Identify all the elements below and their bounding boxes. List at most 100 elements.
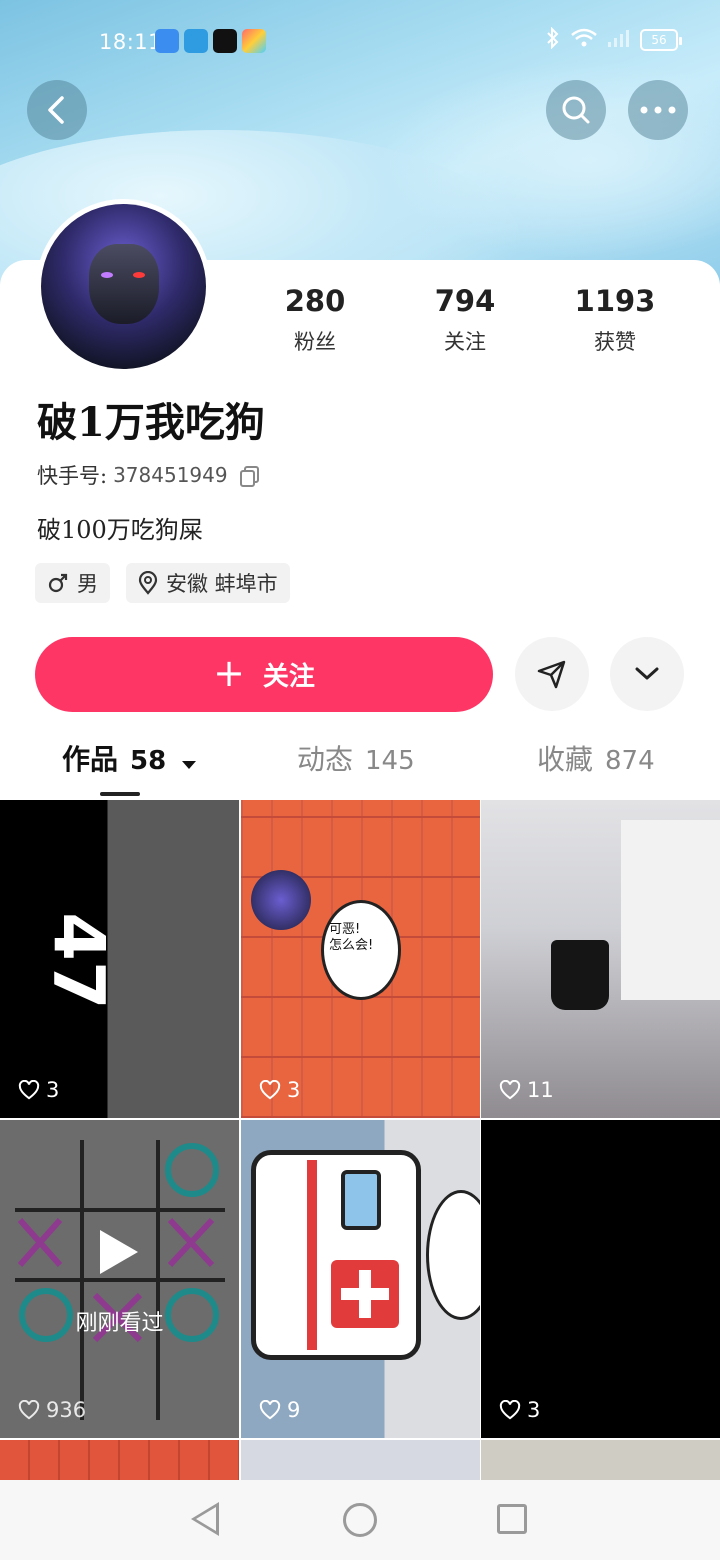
stat-number: 794 [434, 284, 496, 318]
caret-down-icon [182, 761, 197, 769]
video-thumbnail[interactable]: 可恶! 怎么会! 3 [241, 800, 480, 1118]
stat-label: 粉丝 [294, 330, 336, 354]
wifi-icon [570, 27, 598, 53]
more-icon [640, 106, 676, 114]
kuaishou-id-value: 378451949 [113, 463, 228, 487]
recently-watched-label: 刚刚看过 [75, 1311, 164, 1336]
nav-recents-icon[interactable] [497, 1504, 527, 1534]
location-label: 安徽 蚌埠市 [166, 572, 278, 596]
browser-app-icon [184, 29, 208, 53]
stat-number: 1193 [574, 284, 656, 318]
like-count: 3 [499, 1398, 540, 1422]
plus-icon: + [213, 650, 245, 695]
nav-back-icon[interactable] [191, 1502, 219, 1536]
like-count-value: 936 [46, 1398, 87, 1422]
video-thumbnail[interactable] [481, 1440, 720, 1480]
tab-favorites[interactable]: 收藏 874 [537, 738, 655, 778]
like-count-value: 11 [527, 1078, 554, 1102]
stat-followers[interactable]: 280 粉丝 [240, 284, 390, 356]
tic-tac-toe-art [15, 1140, 225, 1420]
location-pin-icon [138, 571, 158, 595]
back-button[interactable] [27, 80, 87, 140]
profile-bio: 破100万吃狗屎 [37, 516, 203, 544]
chevron-down-icon [635, 667, 659, 680]
like-count: 936 [18, 1398, 86, 1422]
stat-following[interactable]: 794 关注 [390, 284, 540, 356]
video-thumbnail[interactable] [0, 1440, 239, 1480]
tab-label: 动态 [297, 743, 354, 776]
kuaishou-id-label: 快手号: [37, 464, 108, 488]
profile-stats: 280 粉丝 794 关注 1193 获赞 [240, 284, 690, 356]
system-icons: 56 [544, 26, 682, 53]
male-icon [48, 573, 68, 593]
expand-button[interactable] [610, 637, 684, 711]
stat-likes[interactable]: 1193 获赞 [540, 284, 690, 356]
speech-bubble [426, 1190, 480, 1320]
location-tag[interactable]: 安徽 蚌埠市 [126, 563, 290, 603]
tab-indicator [100, 792, 140, 796]
heart-icon [18, 1080, 40, 1100]
heart-icon [259, 1400, 281, 1420]
avatar-sticker [251, 870, 311, 930]
tab-label: 收藏 [537, 743, 594, 776]
tab-label: 作品 [62, 743, 119, 776]
like-count: 3 [259, 1078, 300, 1102]
ambulance-art [251, 1150, 421, 1360]
avatar[interactable] [36, 199, 211, 374]
battery-icon: 56 [640, 29, 682, 51]
stat-number: 280 [284, 284, 346, 318]
thumbnail-text: 47 [37, 912, 120, 1010]
tab-works[interactable]: 作品 58 [62, 738, 197, 778]
like-count: 9 [259, 1398, 300, 1422]
tab-count: 874 [605, 746, 655, 776]
search-button[interactable] [546, 80, 606, 140]
weather-app-icon [155, 29, 179, 53]
door [621, 820, 720, 1000]
like-count-value: 3 [287, 1078, 301, 1102]
thumbnail-text: 可恶! 怎么会! [329, 922, 374, 953]
gender-label: 男 [77, 572, 98, 596]
play-icon [100, 1230, 138, 1274]
video-thumbnail[interactable]: 11 [481, 800, 720, 1118]
tab-count: 58 [130, 746, 167, 776]
video-thumbnail[interactable]: 47 3 [0, 800, 239, 1118]
like-count-value: 3 [46, 1078, 60, 1102]
copy-icon[interactable] [239, 466, 259, 487]
profile-name: 破1万我吃狗 [37, 399, 265, 446]
like-count: 3 [18, 1078, 59, 1102]
heart-icon [499, 1400, 521, 1420]
trash-bin [551, 940, 609, 1010]
stat-label: 获赞 [594, 330, 636, 354]
heart-icon [259, 1080, 281, 1100]
heart-icon [18, 1400, 40, 1420]
nav-home-icon[interactable] [343, 1503, 377, 1537]
video-thumbnail[interactable] [241, 1440, 480, 1480]
tab-count: 145 [365, 746, 415, 776]
signal-icon [606, 27, 632, 53]
content-tabs: 作品 58 动态 145 收藏 874 [0, 738, 720, 798]
bluetooth-icon [544, 26, 562, 53]
like-count-value: 9 [287, 1398, 301, 1422]
video-thumbnail[interactable]: 3 [481, 1120, 720, 1438]
stat-label: 关注 [444, 330, 486, 354]
red-cross-icon [331, 1260, 399, 1328]
like-count: 11 [499, 1078, 554, 1102]
search-icon [562, 96, 590, 124]
follow-button[interactable]: + 关注 [35, 637, 493, 712]
video-thumbnail[interactable]: 9 [241, 1120, 480, 1438]
send-icon [537, 660, 566, 689]
video-thumbnail[interactable]: 刚刚看过 936 [0, 1120, 239, 1438]
tiktok-app-icon [213, 29, 237, 53]
system-nav-bar [0, 1480, 720, 1560]
status-time: 18:11 [99, 30, 163, 54]
heart-icon [499, 1080, 521, 1100]
status-bar: 18:11 56 [0, 0, 720, 84]
more-options-button[interactable] [628, 80, 688, 140]
ambulance-stripe [307, 1160, 317, 1350]
share-button[interactable] [515, 637, 589, 711]
ambulance-window [341, 1170, 381, 1230]
app-icon [242, 29, 266, 53]
chevron-left-icon [48, 96, 64, 124]
tab-dynamic[interactable]: 动态 145 [297, 738, 415, 778]
gender-tag: 男 [35, 563, 110, 603]
